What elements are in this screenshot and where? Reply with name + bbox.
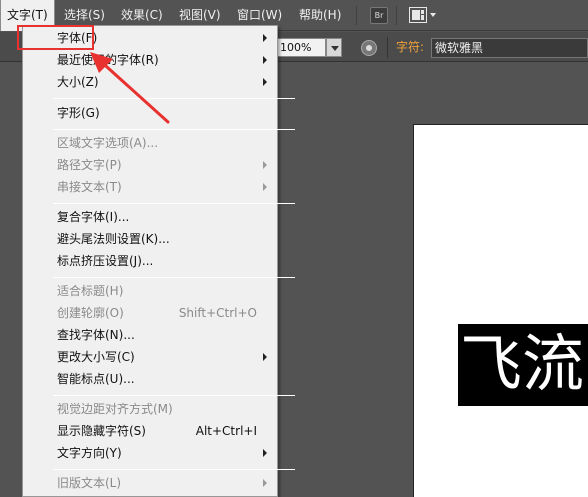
menu-item-create-outlines[interactable]: 创建轮廓(O) Shift+Ctrl+O (57, 302, 277, 324)
submenu-arrow-icon (263, 183, 267, 191)
menu-divider (53, 469, 295, 470)
submenu-arrow-icon (263, 449, 267, 457)
menu-item-label: 更改大小写(C) (57, 350, 135, 364)
annotation-highlight-box (17, 25, 94, 50)
menu-item-change-case[interactable]: 更改大小写(C) (57, 346, 277, 368)
menu-item-legacy-text[interactable]: 旧版文本(L) (57, 472, 277, 494)
arrange-documents-icon[interactable] (409, 7, 427, 23)
menu-item-kinsoku-settings[interactable]: 避头尾法则设置(K)... (57, 228, 277, 250)
menubar-divider (396, 6, 397, 25)
menu-item-label: 避头尾法则设置(K)... (57, 232, 170, 246)
sample-text: 飞流 (460, 327, 585, 400)
chevron-down-icon[interactable] (430, 13, 436, 17)
menu-item-shortcut: Shift+Ctrl+O (178, 306, 257, 320)
character-panel-link[interactable]: 字符: (396, 39, 424, 56)
selected-text-object[interactable]: 飞流 (458, 324, 588, 406)
bridge-button[interactable]: Br (370, 7, 388, 24)
menu-item-label: 字形(G) (57, 106, 100, 120)
menu-item-label: 大小(Z) (57, 75, 99, 89)
menu-item-size[interactable]: 大小(Z) (57, 71, 277, 93)
toolbar-divider (387, 37, 388, 58)
menu-item-label: 旧版文本(L) (57, 476, 122, 490)
artboard[interactable] (413, 124, 588, 497)
menu-item-label: 创建轮廓(O) (57, 306, 124, 320)
menu-item-find-font[interactable]: 查找字体(N)... (57, 324, 277, 346)
submenu-arrow-icon (263, 78, 267, 86)
menu-divider (53, 129, 295, 130)
font-family-field[interactable]: 微软雅黑 (431, 38, 588, 58)
menu-divider (53, 203, 295, 204)
menu-help[interactable]: 帮助(H) (299, 0, 341, 31)
recolor-artwork-icon[interactable] (361, 40, 377, 56)
menu-divider (53, 98, 295, 99)
menu-item-glyphs[interactable]: 字形(G) (57, 102, 277, 124)
menu-item-optical-margin-alignment[interactable]: 视觉边距对齐方式(M) (57, 398, 277, 420)
menu-item-composite-fonts[interactable]: 复合字体(I)... (57, 206, 277, 228)
menu-item-recent-fonts[interactable]: 最近使用的字体(R) (57, 49, 277, 71)
opacity-dropdown-button[interactable] (326, 38, 342, 57)
menu-divider (53, 277, 295, 278)
menu-item-area-type-options[interactable]: 区域文字选项(A)... (57, 132, 277, 154)
submenu-arrow-icon (263, 353, 267, 361)
menu-item-label: 复合字体(I)... (57, 210, 130, 224)
text-menu-dropdown: 字体(F) 最近使用的字体(R) 大小(Z) 字形(G) 区域文字选项(A)..… (22, 25, 295, 497)
submenu-arrow-icon (263, 56, 267, 64)
menu-item-type-orientation[interactable]: 文字方向(Y) (57, 442, 277, 464)
menu-item-label: 串接文本(T) (57, 180, 122, 194)
menu-item-type-on-path[interactable]: 路径文字(P) (57, 154, 277, 176)
submenu-arrow-icon (263, 34, 267, 42)
menu-item-label: 视觉边距对齐方式(M) (57, 402, 173, 416)
menu-item-label: 文字方向(Y) (57, 446, 122, 460)
menu-item-label: 路径文字(P) (57, 158, 122, 172)
menu-item-label: 最近使用的字体(R) (57, 53, 159, 67)
menu-item-label: 标点挤压设置(J)... (57, 254, 154, 268)
menu-item-show-hidden-characters[interactable]: 显示隐藏字符(S) Alt+Ctrl+I (57, 420, 277, 442)
submenu-arrow-icon (263, 479, 267, 487)
menu-item-label: 查找字体(N)... (57, 328, 135, 342)
menu-divider (53, 395, 295, 396)
menu-item-shortcut: Alt+Ctrl+I (195, 424, 257, 438)
menu-item-threaded-text[interactable]: 串接文本(T) (57, 176, 277, 198)
opacity-input[interactable]: 100% (276, 38, 326, 57)
menu-item-label: 显示隐藏字符(S) (57, 424, 146, 438)
submenu-arrow-icon (263, 161, 267, 169)
menubar-divider (356, 6, 357, 25)
menu-item-smart-punctuation[interactable]: 智能标点(U)... (57, 368, 277, 390)
menu-item-label: 适合标题(H) (57, 284, 124, 298)
menu-item-fit-headline[interactable]: 适合标题(H) (57, 280, 277, 302)
chevron-down-icon (331, 46, 339, 51)
menu-item-mojikumi-settings[interactable]: 标点挤压设置(J)... (57, 250, 277, 272)
menu-item-label: 区域文字选项(A)... (57, 136, 159, 150)
menu-item-label: 智能标点(U)... (57, 372, 135, 386)
